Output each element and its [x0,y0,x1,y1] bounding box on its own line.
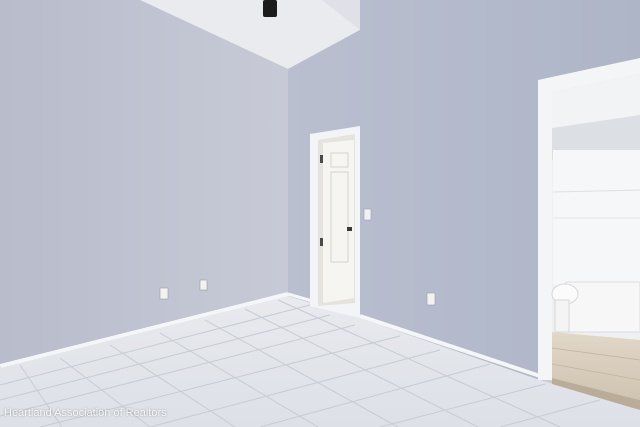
center-door-hinge-2 [320,238,323,246]
room-scene [0,0,640,427]
center-door-hinge [320,155,323,163]
center-door-panel [323,140,354,303]
outlet-left-2 [199,279,208,291]
room-photo: Heartland Association of Realtors [0,0,640,427]
outlet-right [426,292,436,306]
ceiling-fan-icon [263,0,277,17]
watermark: Heartland Association of Realtors [4,407,167,419]
light-switch [363,208,372,221]
outlet-left-1 [159,287,169,300]
toilet-base [554,299,570,333]
center-door-knob [347,227,352,231]
